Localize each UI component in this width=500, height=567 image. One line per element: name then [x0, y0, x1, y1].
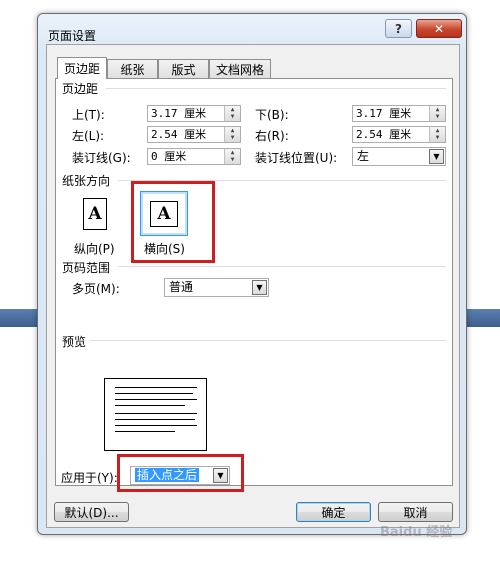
chevron-down-icon[interactable]: ▼	[429, 149, 444, 164]
page-preview	[104, 378, 207, 451]
gutter-spinner[interactable]: ▲ ▼	[224, 149, 240, 164]
title-bar[interactable]: 页面设置 ? ✕	[38, 14, 466, 44]
apply-to-highlight-box	[117, 454, 244, 492]
left-margin-spinner[interactable]: ▲ ▼	[224, 127, 240, 142]
right-margin-spinner[interactable]: ▲ ▼	[429, 127, 445, 142]
preview-text-line	[115, 387, 197, 388]
tab-layout[interactable]: 版式	[158, 59, 209, 78]
landscape-highlight-box	[131, 181, 215, 263]
bottom-margin-input[interactable]: 3.17 厘米 ▲ ▼	[352, 105, 446, 122]
watermark: Baidu 经验	[380, 525, 453, 540]
right-margin-input[interactable]: 2.54 厘米 ▲ ▼	[352, 126, 446, 143]
top-margin-spinner[interactable]: ▲ ▼	[224, 106, 240, 121]
preview-text-line	[115, 419, 195, 420]
chevron-down-icon[interactable]: ▼	[252, 280, 267, 295]
portrait-option[interactable]: A	[71, 191, 119, 236]
multiple-pages-value: 普通	[169, 280, 194, 294]
pages-divider	[118, 266, 446, 267]
right-margin-value: 2.54 厘米	[356, 128, 412, 141]
preview-text-line	[115, 405, 185, 406]
ok-button[interactable]: 确定	[296, 502, 371, 522]
tab-paper[interactable]: 纸张	[107, 59, 158, 78]
gutter-label: 装订线(G):	[72, 151, 131, 165]
left-margin-input[interactable]: 2.54 厘米 ▲ ▼	[147, 126, 241, 143]
default-button[interactable]: 默认(D)...	[54, 502, 129, 522]
close-button[interactable]: ✕	[416, 19, 462, 38]
bottom-margin-spinner[interactable]: ▲ ▼	[429, 106, 445, 121]
top-margin-value: 3.17 厘米	[151, 107, 207, 120]
portrait-page-icon: A	[83, 197, 107, 230]
page-setup-dialog: 页面设置 ? ✕ 页边距 纸张 版式 文档网格 页边距 上(T): 3.17 厘…	[37, 13, 467, 535]
right-margin-label: 右(R):	[255, 129, 289, 143]
bottom-margin-label: 下(B):	[255, 108, 289, 122]
bottom-margin-value: 3.17 厘米	[356, 107, 412, 120]
multiple-pages-select[interactable]: 普通 ▼	[164, 278, 269, 297]
gutter-position-label: 装订线位置(U):	[255, 151, 338, 165]
orientation-section-label: 纸张方向	[62, 172, 115, 189]
preview-text-line	[115, 393, 193, 394]
dialog-title: 页面设置	[48, 29, 97, 43]
top-margin-label: 上(T):	[72, 108, 105, 122]
top-margin-input[interactable]: 3.17 厘米 ▲ ▼	[147, 105, 241, 122]
pages-section-label: 页码范围	[62, 259, 115, 276]
gutter-value: 0 厘米	[151, 150, 187, 163]
margins-section-label: 页边距	[62, 80, 103, 97]
cancel-button[interactable]: 取消	[378, 502, 453, 522]
multiple-pages-label: 多页(M):	[72, 282, 120, 296]
preview-text-line	[115, 413, 197, 414]
gutter-position-value: 左	[357, 149, 370, 163]
left-margin-value: 2.54 厘米	[151, 128, 207, 141]
preview-text-line	[115, 431, 175, 432]
preview-text-line	[115, 399, 197, 400]
close-icon: ✕	[433, 21, 445, 36]
tab-document-grid[interactable]: 文档网格	[209, 59, 271, 78]
apply-to-label: 应用于(Y):	[61, 471, 118, 485]
margins-divider	[106, 88, 446, 89]
gutter-input[interactable]: 0 厘米 ▲ ▼	[147, 148, 241, 165]
preview-divider	[90, 340, 446, 341]
help-icon: ?	[395, 21, 402, 36]
dialog-content: 页边距 纸张 版式 文档网格 页边距 上(T): 3.17 厘米 ▲ ▼ 下(B)…	[46, 44, 460, 528]
help-button[interactable]: ?	[385, 19, 412, 38]
left-margin-label: 左(L):	[72, 129, 105, 143]
preview-section-label: 预览	[62, 333, 91, 350]
portrait-label[interactable]: 纵向(P)	[74, 240, 115, 257]
preview-text-line	[115, 425, 197, 426]
gutter-position-select[interactable]: 左 ▼	[352, 147, 446, 166]
tab-margins[interactable]: 页边距	[57, 57, 107, 79]
